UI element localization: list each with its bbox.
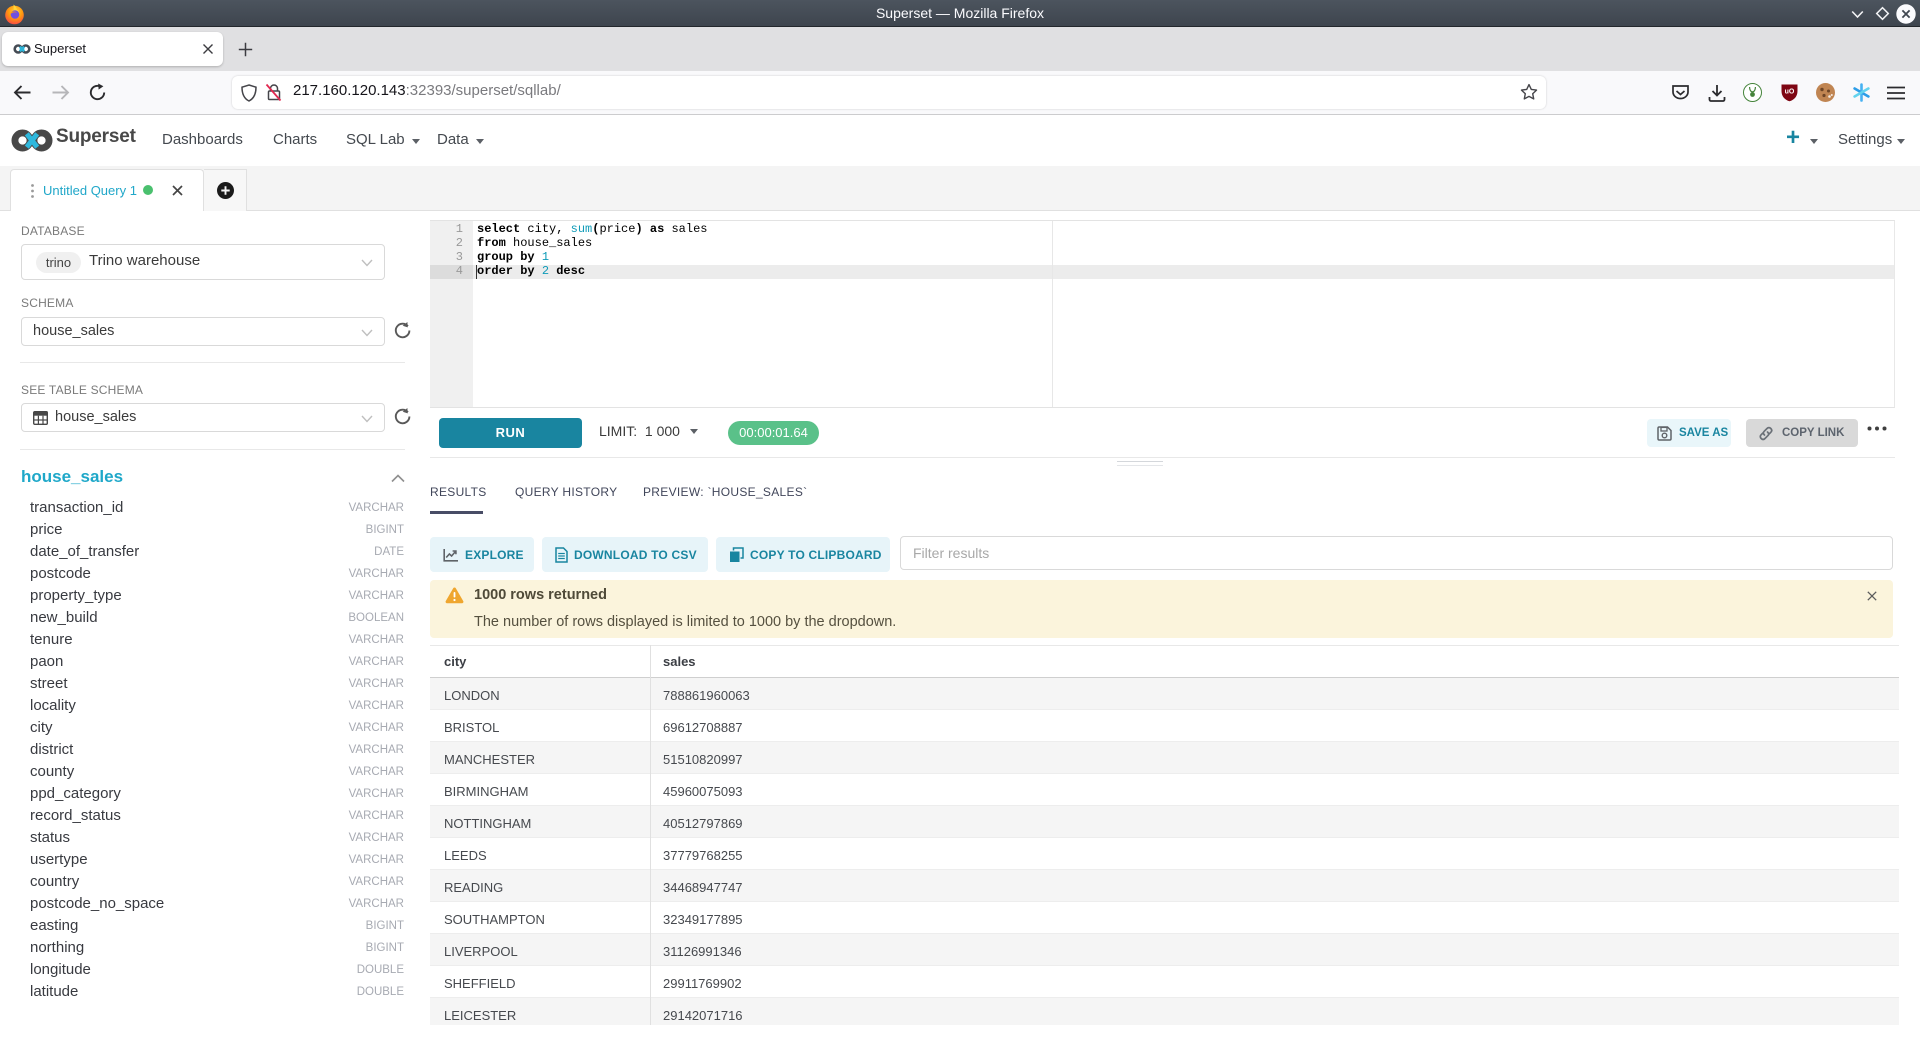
svg-text:uO: uO [1785,89,1795,96]
